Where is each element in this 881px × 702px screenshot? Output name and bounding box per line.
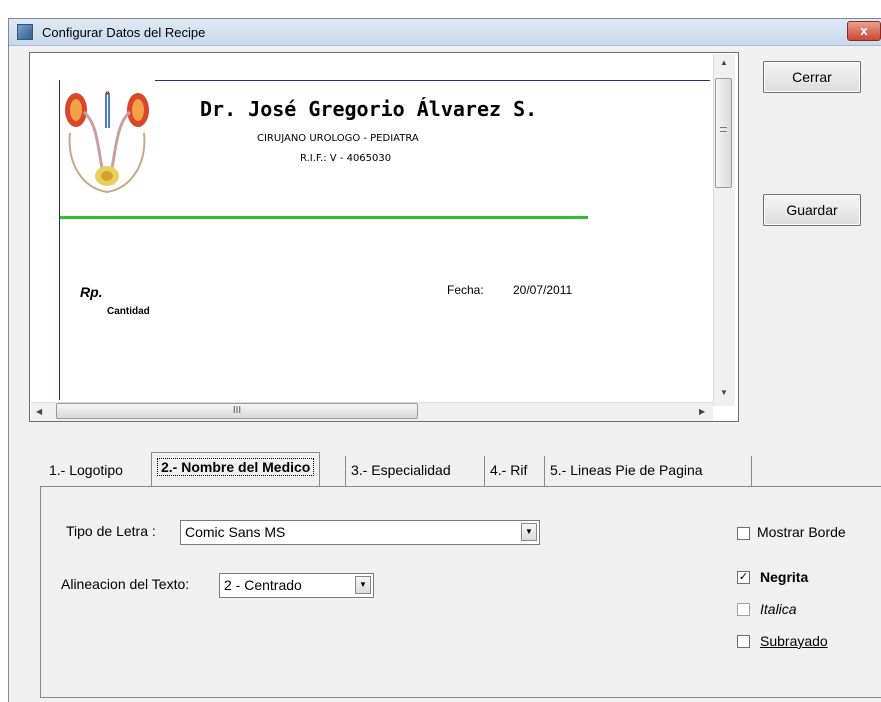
tab-panel (40, 486, 881, 698)
specialty-text: CIRUJANO UROLOGO - PEDIATRA (257, 133, 419, 144)
tab-nombre-medico-label: 2.- Nombre del Medico (157, 458, 315, 476)
subrayado-checkbox[interactable] (737, 635, 750, 648)
window-title: Configurar Datos del Recipe (42, 25, 206, 40)
header-top-line (155, 80, 710, 81)
cantidad-label: Cantidad (107, 306, 150, 317)
font-type-value: Comic Sans MS (185, 524, 286, 540)
scroll-left-icon[interactable]: ◀ (36, 407, 42, 416)
text-align-value: 2 - Centrado (224, 577, 302, 593)
scroll-right-icon[interactable]: ▶ (699, 407, 705, 416)
font-type-select[interactable]: Comic Sans MS ▼ (180, 520, 540, 545)
chevron-down-icon[interactable]: ▼ (355, 576, 371, 594)
urology-logo (65, 91, 149, 194)
tab-nombre-medico[interactable]: 2.- Nombre del Medico (151, 452, 321, 486)
rp-label: Rp. (80, 284, 103, 300)
rif-text: R.I.F.: V - 4065030 (300, 153, 392, 164)
tab-strip-end (751, 456, 752, 486)
vertical-scroll-thumb[interactable] (715, 78, 732, 188)
mostrar-borde-checkbox[interactable] (737, 527, 750, 540)
italica-checkbox[interactable] (737, 603, 750, 616)
header-separator-line (60, 216, 588, 219)
app-icon (17, 24, 33, 40)
tab-logotipo[interactable]: 1.- Logotipo (44, 456, 128, 486)
font-type-label: Tipo de Letra : (66, 523, 156, 539)
close-window-button[interactable]: x (847, 21, 881, 41)
scroll-down-icon[interactable]: ▼ (720, 388, 728, 397)
chevron-down-icon[interactable]: ▼ (521, 523, 537, 541)
negrita-label: Negrita (760, 569, 809, 585)
tab-especialidad[interactable]: 3.- Especialidad (345, 456, 456, 486)
fecha-label: Fecha: (447, 283, 484, 297)
negrita-checkbox[interactable]: ✓ (737, 571, 750, 584)
save-button[interactable]: Guardar (763, 194, 861, 226)
mostrar-borde-label: Mostrar Borde (757, 524, 846, 540)
text-align-select[interactable]: 2 - Centrado ▼ (219, 573, 374, 598)
margin-left-line (59, 80, 60, 400)
tab-rif[interactable]: 4.- Rif (484, 456, 532, 486)
text-align-label: Alineacion del Texto: (61, 576, 190, 592)
italica-label: Italica (760, 601, 797, 617)
subrayado-label: Subrayado (760, 633, 828, 649)
doctor-name-text: Dr. José Gregorio Álvarez S. (200, 97, 538, 121)
scroll-up-icon[interactable]: ▲ (720, 58, 728, 67)
horizontal-scroll-thumb[interactable]: III (56, 403, 418, 419)
close-button[interactable]: Cerrar (763, 61, 861, 93)
tab-lineas-pie[interactable]: 5.- Lineas Pie de Pagina (544, 456, 708, 486)
fecha-value: 20/07/2011 (513, 283, 573, 297)
